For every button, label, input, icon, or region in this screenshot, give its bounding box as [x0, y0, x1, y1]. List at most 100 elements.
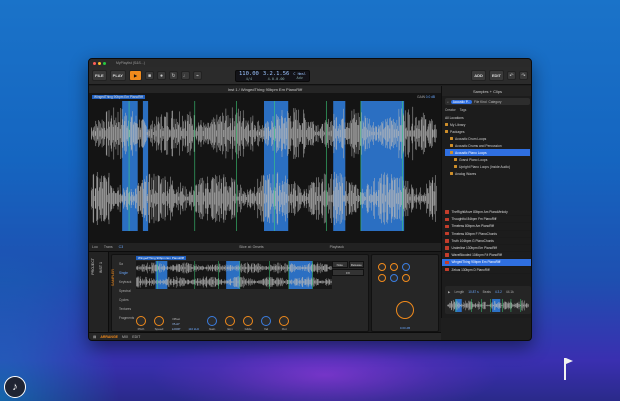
sampler-clip-label[interactable]: WingedThing 90bpm Em PianoRiff [136, 256, 186, 260]
automation-icon[interactable]: ⌁ [192, 71, 202, 80]
fx-knob[interactable] [378, 263, 386, 271]
play-menu-button[interactable]: PLAY [109, 70, 126, 81]
slice-region[interactable] [122, 101, 138, 231]
minimize-window-dot[interactable] [98, 61, 101, 65]
waveform-display[interactable] [91, 101, 437, 231]
release-button[interactable]: Release [348, 261, 364, 268]
result-label: Timeless 80bpm Am PianoRiff [451, 224, 495, 229]
gain-knob[interactable] [207, 316, 218, 326]
audio-file-icon [445, 267, 449, 272]
gain-value[interactable]: 0.0 dB [426, 95, 435, 99]
location-item[interactable]: Grand Piano Loops [445, 156, 530, 163]
edit-tab[interactable]: EDIT [132, 335, 140, 339]
record-icon[interactable]: ● [156, 71, 166, 80]
knob-label: Glide [244, 327, 252, 331]
result-item[interactable]: TheRightMove 80bpm Am PianoMelody [442, 209, 531, 217]
fx-button[interactable]: FX [332, 269, 364, 276]
result-item[interactable]: WaveBlooded 104bpm F# PianoRiff [442, 252, 531, 260]
close-window-dot[interactable] [93, 61, 96, 65]
fx-knob[interactable] [378, 274, 386, 282]
gain-readout[interactable]: GAIN 0.0 dB [417, 95, 435, 99]
result-item[interactable]: Thoughtful 84bpm Fm PianoRiff [442, 216, 531, 224]
preview-play-icon[interactable]: ▶ [448, 290, 450, 294]
knob-group: Gain [207, 316, 218, 331]
browser-title[interactable]: Samples + Clips [442, 86, 531, 96]
instrument-tab[interactable]: INST 1 [99, 262, 103, 273]
fx-knob[interactable] [390, 274, 398, 282]
fx-knob[interactable] [402, 274, 410, 282]
stop-icon[interactable]: ■ [144, 71, 154, 80]
metronome-icon[interactable]: ♩ [180, 71, 190, 80]
layout-icon[interactable]: ▤ [93, 335, 96, 339]
play-icon[interactable]: ▶ [128, 70, 142, 81]
result-item[interactable]: Zekus 130bpm D PianoRiff [442, 267, 531, 274]
beats-label: Beats [482, 290, 491, 294]
play-mode-button[interactable]: PLAY [172, 322, 179, 326]
undo-icon[interactable]: ↶ [507, 71, 516, 80]
tags-filter[interactable]: Tags [460, 108, 467, 112]
maximize-window-dot[interactable] [103, 61, 106, 65]
search-icon[interactable]: ⌕ [447, 100, 449, 104]
glide-knob[interactable] [243, 316, 254, 326]
project-tab[interactable]: PROJECT [91, 258, 95, 275]
pitch-knob[interactable] [136, 316, 146, 326]
sampler-title[interactable]: SAMPLER [111, 269, 115, 286]
mix-knob[interactable] [396, 301, 414, 319]
transpose-value[interactable]: C3 [119, 245, 123, 249]
speed-knob[interactable] [154, 316, 164, 326]
result-item-selected[interactable]: WingedThing 90bpm Em PianoRiff [442, 259, 531, 267]
sampler-waveform[interactable] [136, 261, 332, 289]
add-button[interactable]: ADD [471, 70, 486, 81]
result-item[interactable]: Timeless 80bpm F PianoChords [442, 231, 531, 238]
result-item[interactable]: Timeless 80bpm Am PianoRiff [442, 223, 531, 231]
location-item[interactable]: Acoustic Drum Loops [445, 135, 530, 142]
location-item[interactable]: Acoustic Drums and Percussion [445, 142, 530, 149]
edit-button[interactable]: EDIT [488, 70, 504, 81]
loop-icon[interactable]: ↻ [168, 71, 178, 80]
main-toolbar: FILE PLAY ▶ ■ ● ↻ ♩ ⌁ 110.00 4/4 3.2.1.5… [89, 67, 531, 85]
location-item[interactable]: Analog Waves [445, 170, 530, 177]
audio-file-icon [445, 210, 449, 214]
mix-tab[interactable]: MIX [122, 335, 128, 339]
arrange-tab[interactable]: ARRANGE [100, 335, 118, 339]
category-filter[interactable]: Category [489, 100, 502, 104]
location-label: Upright Piano Loops (Inside Audio) [459, 164, 510, 169]
time-signature-display[interactable]: 4/4 [246, 77, 252, 81]
location-item[interactable]: Packages [445, 128, 530, 135]
sample-rate-label: 44.1k [505, 290, 514, 294]
fx-knob[interactable] [390, 263, 398, 271]
file-button[interactable]: FILE [92, 70, 107, 81]
result-item[interactable]: Truth 104bpm G PianoChords [442, 238, 531, 245]
location-item-selected[interactable]: Acoustic Piano Loops [445, 149, 530, 156]
length-value: 10.87 s [468, 290, 479, 294]
length-label: Length [454, 290, 465, 294]
playback-mode-select[interactable]: Playback [330, 245, 344, 249]
file-kind-filter[interactable]: File Kind [474, 100, 486, 104]
result-item[interactable]: Underline 130bpm Em PianoRiff [442, 245, 531, 253]
location-label: My Library [450, 122, 466, 127]
gain-label: GAIN [417, 95, 425, 99]
output-knob[interactable] [279, 316, 290, 326]
loop-mode-button[interactable]: LOOP [172, 327, 180, 331]
slice-mode-select[interactable]: Slice at: Onsets [239, 245, 264, 249]
preview-waveform[interactable] [447, 299, 529, 312]
clip-name-label[interactable]: WingedThing 90bpm Em PianoRiff [92, 95, 145, 99]
loop-toggle[interactable]: Loo [92, 245, 98, 249]
creator-filter[interactable]: Creator [445, 108, 456, 112]
location-item[interactable]: Upright Piano Loops (Inside Audio) [445, 163, 530, 170]
result-label: Truth 104bpm G PianoChords [451, 238, 494, 243]
magazine-logo: ♪ [4, 376, 26, 398]
frequency-value[interactable]: 110 kHz [188, 327, 199, 331]
redo-icon[interactable]: ↷ [519, 71, 528, 80]
location-item[interactable]: All Locations [445, 114, 530, 121]
search-filter-pill[interactable]: Acoustic P... [450, 99, 473, 104]
velocity-knob[interactable] [261, 316, 272, 326]
note-button[interactable]: Note [332, 261, 348, 268]
audio-file-icon [445, 253, 449, 257]
fx-gain-value[interactable]: 0.00 dB [372, 326, 438, 330]
fx-knob[interactable] [402, 263, 410, 271]
location-item[interactable]: My Library [445, 121, 530, 128]
knob-group: Glide [243, 316, 254, 331]
envelope-knob[interactable] [225, 316, 236, 326]
transport-display[interactable]: 110.00 4/4 3.2.1.56 4.0.0.00 C Hmsl Adv [234, 69, 311, 82]
